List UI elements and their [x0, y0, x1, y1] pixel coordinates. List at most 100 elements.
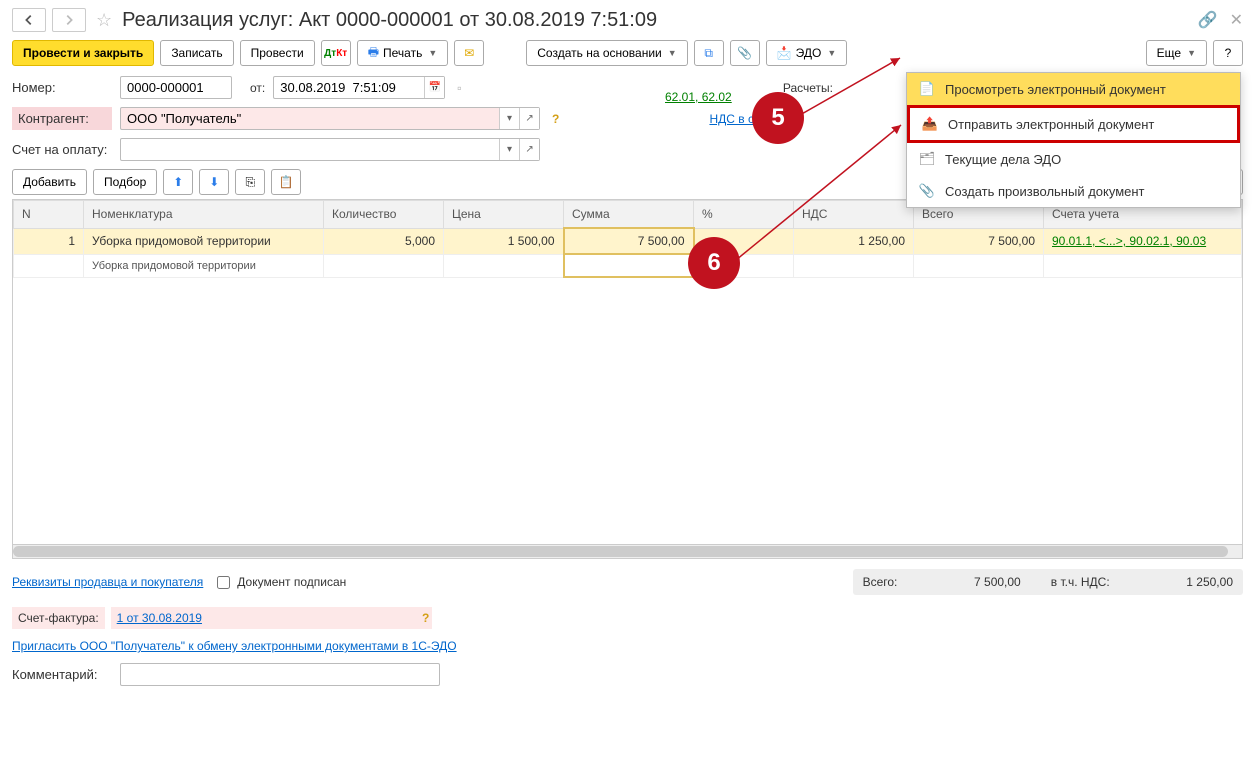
dtkt-button[interactable]: ДтКт — [321, 40, 351, 66]
total-label: Всего: — [863, 575, 898, 589]
structure-icon: ⧉ — [704, 46, 713, 61]
table-row[interactable]: 1 Уборка придомовой территории 5,000 1 5… — [14, 228, 1242, 254]
paperclip-icon: 📎 — [737, 46, 752, 60]
copy-icon: ⎘ — [246, 175, 256, 190]
cell-vat[interactable]: 1 250,00 — [794, 228, 914, 254]
post-button[interactable]: Провести — [240, 40, 315, 66]
col-vat-pct[interactable]: % — [694, 201, 794, 229]
move-down-button[interactable]: ⬇ — [199, 169, 229, 195]
from-label: от: — [250, 81, 265, 95]
chevron-down-icon: ▾ — [507, 144, 512, 155]
doc-signed-checkbox[interactable] — [217, 576, 230, 589]
more-button[interactable]: Еще ▼ — [1146, 40, 1207, 66]
open-button[interactable]: ↗ — [519, 139, 539, 160]
help-button[interactable]: ? — [1213, 40, 1243, 66]
cell-n[interactable]: 1 — [14, 228, 84, 254]
comment-input-wrap — [120, 663, 440, 686]
cell-qty[interactable]: 5,000 — [324, 228, 444, 254]
col-qty[interactable]: Количество — [324, 201, 444, 229]
open-button[interactable]: ↗ — [519, 108, 539, 129]
services-table: N Номенклатура Количество Цена Сумма % Н… — [12, 199, 1243, 559]
create-based-on-button[interactable]: Создать на основании ▼ — [526, 40, 687, 66]
structure-button[interactable]: ⧉ — [694, 40, 724, 66]
cell-sub-nomenclature[interactable]: Уборка придомовой территории — [84, 254, 324, 277]
save-button[interactable]: Записать — [160, 40, 233, 66]
col-n[interactable]: N — [14, 201, 84, 229]
cell-price[interactable]: 1 500,00 — [444, 228, 564, 254]
paperclip-icon: 📎 — [919, 183, 935, 199]
mail-icon: ✉ — [464, 46, 474, 60]
close-icon[interactable]: ✕ — [1230, 10, 1243, 30]
edo-send-item[interactable]: 📤 Отправить электронный документ — [907, 105, 1240, 143]
edo-current-item[interactable]: 🗂 Текущие дела ЭДО — [907, 143, 1240, 175]
seller-buyer-link[interactable]: Реквизиты продавца и покупателя — [12, 575, 203, 589]
link-icon[interactable]: 🔗 — [1198, 10, 1218, 30]
cell-sum[interactable]: 7 500,00 — [564, 228, 694, 254]
paste-button[interactable]: 📋 — [271, 169, 301, 195]
date-input[interactable] — [274, 77, 424, 98]
cell-accounts[interactable]: 90.01.1, <...>, 90.02.1, 90.03 — [1044, 228, 1242, 254]
chevron-down-icon: ▼ — [827, 48, 836, 58]
printer-icon: 🖶 — [368, 43, 379, 64]
edo-view-item[interactable]: 📄 Просмотреть электронный документ — [907, 73, 1240, 105]
doc-signed-checkbox-wrap[interactable]: Документ подписан — [213, 573, 346, 592]
calendar-button[interactable]: 📅 — [424, 77, 444, 98]
vat-value: 1 250,00 — [1163, 575, 1233, 589]
copy-button[interactable]: ⎘ — [235, 169, 265, 195]
invoice-for-payment-label: Счет на оплату: — [12, 142, 112, 157]
main-toolbar: Провести и закрыть Записать Провести ДтК… — [12, 40, 1243, 66]
post-and-close-button[interactable]: Провести и закрыть — [12, 40, 154, 66]
chevron-down-icon: ▼ — [428, 48, 437, 58]
chevron-down-icon: ▼ — [1187, 48, 1196, 58]
totals-box: Всего: 7 500,00 в т.ч. НДС: 1 250,00 — [853, 569, 1243, 595]
print-button[interactable]: 🖶 Печать ▼ — [357, 40, 449, 66]
move-up-button[interactable]: ⬆ — [163, 169, 193, 195]
col-sum[interactable]: Сумма — [564, 201, 694, 229]
settlements-link[interactable]: 62.01, 62.02 — [665, 90, 732, 104]
nav-back-button[interactable] — [12, 8, 46, 32]
total-value: 7 500,00 — [951, 575, 1021, 589]
invite-edo-link[interactable]: Пригласить ООО "Получатель" к обмену эле… — [12, 639, 457, 653]
invoice-row: Счет-фактура: 1 от 30.08.2019 ? — [12, 607, 1243, 629]
vat-label: в т.ч. НДС: — [1051, 575, 1110, 589]
number-input[interactable] — [121, 77, 231, 98]
table-h-scrollbar[interactable] — [13, 544, 1242, 558]
invoice-input[interactable] — [121, 139, 499, 160]
comment-input[interactable] — [121, 664, 439, 685]
open-icon: ↗ — [525, 113, 533, 124]
help-invoice[interactable]: ? — [418, 611, 433, 625]
number-input-wrap — [120, 76, 232, 99]
table-row-sub[interactable]: Уборка придомовой территории — [14, 254, 1242, 277]
col-vat[interactable]: НДС — [794, 201, 914, 229]
edo-icon: 📩 — [777, 46, 792, 60]
nav-forward-button[interactable] — [52, 8, 86, 32]
counterparty-input[interactable] — [121, 108, 499, 129]
number-label: Номер: — [12, 80, 112, 95]
select-button[interactable]: Подбор — [93, 169, 157, 195]
accounts-link[interactable]: 90.01.1, <...>, 90.02.1, 90.03 — [1052, 234, 1206, 248]
help-counterparty[interactable]: ? — [548, 112, 563, 126]
col-nomenclature[interactable]: Номенклатура — [84, 201, 324, 229]
dropdown-button[interactable]: ▾ — [499, 139, 519, 160]
invoice-label: Счет-фактура: — [12, 607, 105, 629]
dropdown-button[interactable]: ▾ — [499, 108, 519, 129]
comment-label: Комментарий: — [12, 667, 112, 682]
edo-create-item[interactable]: 📎 Создать произвольный документ — [907, 175, 1240, 207]
invoice-link[interactable]: 1 от 30.08.2019 — [117, 611, 202, 625]
chevron-down-icon: ▼ — [668, 48, 677, 58]
cell-nomenclature[interactable]: Уборка придомовой территории — [84, 228, 324, 254]
scrollbar-thumb[interactable] — [13, 546, 1228, 557]
cell-total[interactable]: 7 500,00 — [914, 228, 1044, 254]
add-row-button[interactable]: Добавить — [12, 169, 87, 195]
attach-button[interactable]: 📎 — [730, 40, 760, 66]
open-icon: ↗ — [525, 144, 533, 155]
footer-row-1: Реквизиты продавца и покупателя Документ… — [12, 569, 1243, 595]
arrow-down-icon: ⬇ — [209, 175, 219, 189]
date-input-wrap: 📅 — [273, 76, 445, 99]
mail-button[interactable]: ✉ — [454, 40, 484, 66]
star-icon[interactable]: ☆ — [96, 10, 112, 31]
col-price[interactable]: Цена — [444, 201, 564, 229]
status-icon: ▫ — [457, 81, 461, 95]
edo-button[interactable]: 📩 ЭДО ▼ — [766, 40, 848, 66]
counterparty-input-wrap: ▾ ↗ — [120, 107, 540, 130]
